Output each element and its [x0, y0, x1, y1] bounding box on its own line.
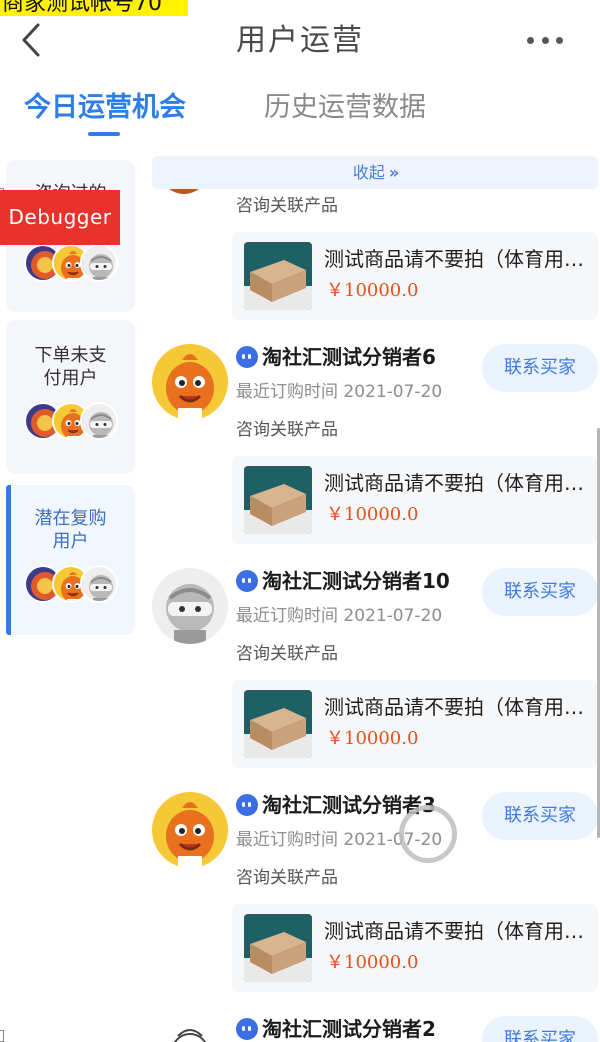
- page-title: 用户运营: [236, 23, 364, 58]
- product-card[interactable]: 测试商品请不要拍（体育用品） ￥10000.0: [232, 456, 598, 544]
- sidebar-item-repurchase-users[interactable]: 潜在复购用户: [6, 485, 135, 635]
- product-image: [244, 690, 312, 758]
- related-products-label: 咨询关联产品: [236, 868, 338, 888]
- avatar[interactable]: [152, 568, 228, 644]
- buyer-name-text: 淘社汇测试分销者10: [262, 569, 450, 593]
- avatar: [80, 565, 118, 603]
- contact-buyer-button[interactable]: 联系买家: [482, 568, 598, 616]
- buyer-name-text: 淘社汇测试分销者6: [262, 345, 436, 369]
- tab-bar: 今日运营机会 历史运营数据: [0, 82, 600, 142]
- avatar[interactable]: [152, 344, 228, 420]
- last-order-time: 最近订购时间 2021-07-20: [236, 382, 443, 402]
- buyer-name: 淘社汇测试分销者10: [236, 566, 450, 596]
- related-products-label: 咨询关联产品: [236, 644, 338, 664]
- product-card[interactable]: 测试商品请不要拍（体育用品） ￥10000.0: [232, 232, 598, 320]
- product-price: ￥10000.0: [326, 952, 419, 973]
- tab-today-opportunities[interactable]: 今日运营机会: [24, 90, 186, 126]
- buyer-name: 淘社汇测试分销者6: [236, 342, 436, 372]
- product-price: ￥10000.0: [326, 728, 419, 749]
- collapse-button[interactable]: 收起»: [152, 156, 598, 189]
- more-dot-icon: [556, 36, 563, 44]
- contact-buyer-button[interactable]: 联系买家: [482, 1016, 598, 1042]
- product-title: 测试商品请不要拍（体育用品）: [324, 247, 586, 271]
- product-title: 测试商品请不要拍（体育用品）: [324, 695, 586, 719]
- contact-buyer-button[interactable]: 联系买家: [482, 344, 598, 392]
- sidebar-item-unpaid-orders[interactable]: 下单未支付用户: [6, 320, 135, 474]
- tab-history-data[interactable]: 历史运营数据: [264, 90, 426, 126]
- more-options-button[interactable]: [527, 34, 563, 46]
- product-image: [244, 242, 312, 310]
- avatar: [80, 244, 118, 282]
- avatar-stack: [24, 244, 134, 284]
- sidebar-item-label: 潜在复购用户: [34, 508, 107, 552]
- product-title: 测试商品请不要拍（体育用品）: [324, 919, 586, 943]
- edge-marker: [0, 1030, 4, 1042]
- more-dot-icon: [541, 36, 549, 44]
- more-dot-icon: [527, 36, 534, 44]
- taobao-chat-icon: [236, 346, 258, 368]
- taobao-chat-icon: [236, 794, 258, 816]
- product-price: ￥10000.0: [326, 280, 419, 301]
- product-image: [244, 466, 312, 534]
- taobao-chat-icon: [236, 570, 258, 592]
- product-price: ￥10000.0: [326, 504, 419, 525]
- product-image: [244, 914, 312, 982]
- debugger-button[interactable]: Debugger: [0, 190, 120, 245]
- taobao-chat-icon: [236, 1018, 258, 1040]
- avatar[interactable]: [152, 792, 228, 868]
- product-card[interactable]: 测试商品请不要拍（体育用品） ￥10000.0: [232, 904, 598, 992]
- avatar: [80, 402, 118, 440]
- product-title: 测试商品请不要拍（体育用品）: [324, 471, 586, 495]
- collapse-label: 收起: [352, 163, 385, 182]
- avatar-stack: [24, 402, 134, 442]
- sidebar-item-label: 下单未支付用户: [34, 345, 107, 389]
- buyer-name: 淘社汇测试分销者2: [236, 1014, 436, 1042]
- product-card[interactable]: 测试商品请不要拍（体育用品） ￥10000.0: [232, 680, 598, 768]
- contact-buyer-button[interactable]: 联系买家: [482, 792, 598, 840]
- avatar[interactable]: [152, 1014, 228, 1042]
- related-products-label: 咨询关联产品: [236, 420, 338, 440]
- related-products-label: 咨询关联产品: [236, 196, 338, 216]
- double-chevron-right-icon: »: [388, 163, 399, 182]
- loading-spinner: [399, 805, 457, 863]
- avatar-stack: [24, 565, 134, 605]
- buyer-name-text: 淘社汇测试分销者2: [262, 1017, 436, 1041]
- last-order-time: 最近订购时间 2021-07-20: [236, 606, 443, 626]
- active-tab-indicator: [88, 132, 120, 136]
- debug-account-banner: 商家测试帐号70: [0, 0, 188, 16]
